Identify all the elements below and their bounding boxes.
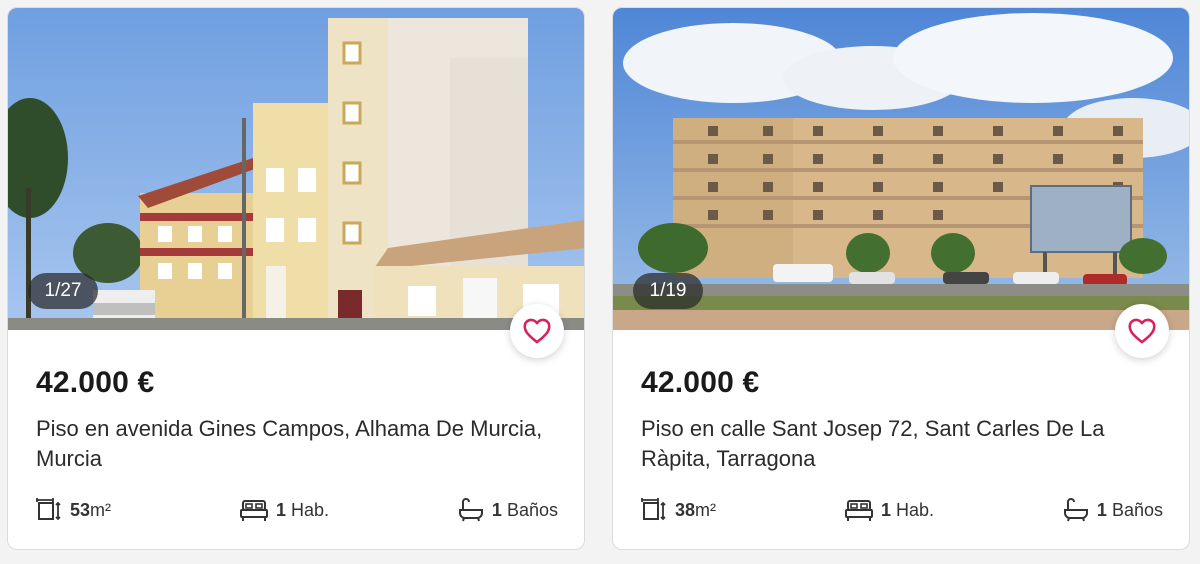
rooms-label: Hab.	[290, 499, 329, 520]
bathtub-icon	[1063, 498, 1088, 522]
listing-features: 53 m² 1 Hab. 1 Baños	[36, 492, 558, 528]
area-icon	[36, 498, 61, 521]
listing-price: 42.000 €	[641, 366, 760, 399]
area-icon	[641, 498, 666, 521]
listing-features: 38 m² 1 Hab. 1 Baños	[641, 492, 1163, 528]
bed-icon	[844, 500, 873, 521]
bed-icon	[239, 500, 268, 521]
area-unit: m²	[90, 499, 112, 520]
listing-photo[interactable]: 1/27	[8, 8, 584, 330]
baths-label: Baños	[506, 499, 558, 520]
listing-card[interactable]: 1/19 42.000 € Piso en calle Sant Josep 7…	[612, 7, 1190, 550]
area-value: 53	[70, 499, 91, 520]
rooms-value: 1	[275, 499, 286, 520]
listing-price: 42.000 €	[36, 366, 155, 399]
photo-counter-badge: 1/27	[28, 273, 98, 309]
area-value: 38	[675, 499, 696, 520]
listing-card[interactable]: 1/27 42.000 € Piso en avenida Gines Camp…	[7, 7, 585, 550]
feature-baths: 1 Baños	[1063, 498, 1163, 522]
baths-label: Baños	[1111, 499, 1163, 520]
rooms-label: Hab.	[895, 499, 934, 520]
bathtub-icon	[458, 498, 483, 522]
listing-title[interactable]: Piso en avenida Gines Campos, Alhama De …	[36, 414, 566, 474]
feature-baths: 1 Baños	[458, 498, 558, 522]
baths-value: 1	[491, 499, 502, 520]
photo-counter-badge: 1/19	[633, 273, 703, 309]
listing-photo[interactable]: 1/19	[613, 8, 1189, 330]
feature-area: 53 m²	[36, 497, 111, 523]
baths-value: 1	[1096, 499, 1107, 520]
feature-area: 38 m²	[641, 497, 716, 523]
area-unit: m²	[695, 499, 717, 520]
listing-grid: 1/27 42.000 € Piso en avenida Gines Camp…	[0, 0, 1200, 564]
feature-rooms: 1 Hab.	[844, 498, 934, 522]
listing-title[interactable]: Piso en calle Sant Josep 72, Sant Carles…	[641, 414, 1171, 474]
feature-rooms: 1 Hab.	[239, 498, 329, 522]
rooms-value: 1	[880, 499, 891, 520]
